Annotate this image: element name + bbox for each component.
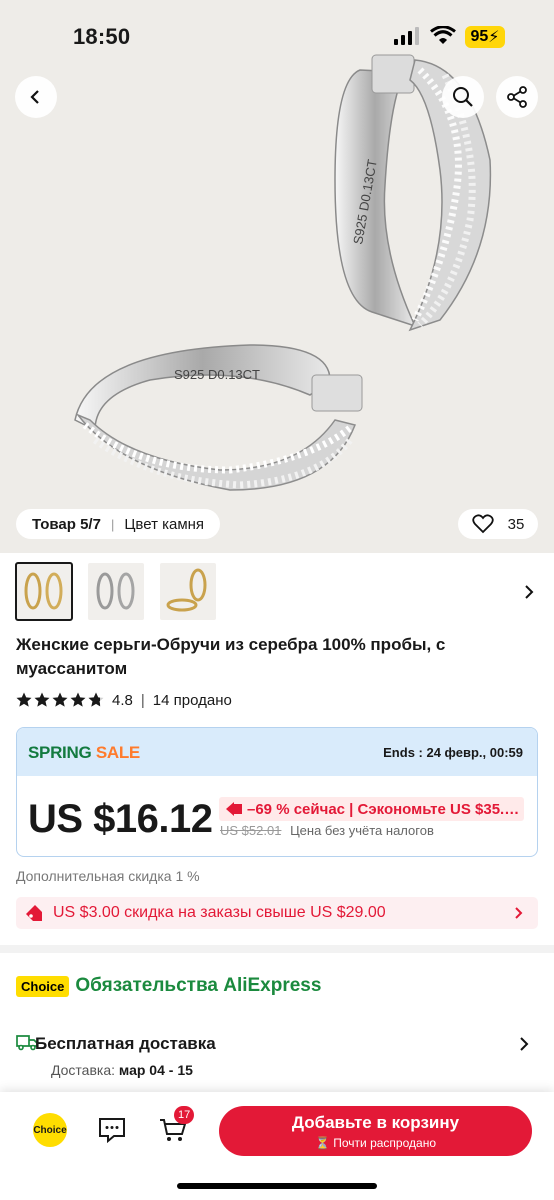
search-button[interactable]: [442, 76, 484, 118]
image-variant-pill[interactable]: Товар 5/7 | Цвет камня: [16, 509, 221, 539]
share-button[interactable]: [496, 76, 538, 118]
rating-row[interactable]: 4.8 | 14 продано: [16, 690, 232, 710]
old-price-row: US $52.01 Цена без учёта налогов: [220, 823, 434, 838]
chevron-right-icon[interactable]: [522, 584, 536, 600]
thumbnail-silver-hoops[interactable]: [88, 563, 144, 620]
rating-separator: |: [140, 691, 145, 709]
svg-text:S925 D0.13CT: S925 D0.13CT: [174, 367, 260, 382]
choice-title: Обязательства AliExpress: [75, 975, 322, 996]
choice-button[interactable]: Choice: [33, 1113, 67, 1147]
sale-ends-timer: Ends : 24 февр., 00:59: [383, 745, 523, 760]
section-divider: [0, 945, 554, 953]
choice-commitments[interactable]: Choice Обязательства AliExpress: [16, 975, 321, 997]
pill-separator: |: [110, 516, 115, 532]
battery-indicator: 95 ⚡: [465, 26, 505, 48]
extra-discount: Дополнительная скидка 1 %: [16, 868, 200, 884]
thumbnail-gold-hoop-pair[interactable]: [160, 563, 216, 620]
search-icon: [453, 87, 473, 107]
add-to-cart-button[interactable]: Добавьте в корзину ⏳ Почти распродано: [219, 1106, 532, 1156]
cellular-signal-icon: [394, 27, 419, 45]
share-icon: [507, 86, 527, 108]
promo-header: SPRING SALE Ends : 24 февр., 00:59: [17, 728, 537, 776]
coupon-banner[interactable]: US $3.00 скидка на заказы свыше US $29.0…: [16, 897, 538, 929]
star-rating: [16, 692, 104, 708]
discount-badge: –69 % сейчас | Сэкономьте US $35.…: [219, 797, 524, 821]
chevron-right-icon[interactable]: [518, 1036, 530, 1052]
down-arrow-icon: [226, 802, 242, 816]
chat-icon[interactable]: [98, 1117, 126, 1143]
chevron-left-icon: [30, 90, 39, 104]
spring-sale-logo: SPRING SALE: [28, 743, 140, 762]
sold-count: 14 продано: [152, 691, 232, 709]
thumbnail-strip: [15, 562, 216, 621]
thumbnail-image: [96, 572, 135, 610]
promo-price-card[interactable]: SPRING SALE Ends : 24 февр., 00:59 US $1…: [16, 727, 538, 857]
cart-count-badge: 17: [174, 1106, 195, 1124]
delivery-date: Доставка: мар 04 - 15: [51, 1062, 193, 1078]
thumbnail-image: [24, 572, 63, 610]
status-bar: 18:50 95 ⚡: [0, 0, 554, 70]
heart-icon: [472, 514, 494, 534]
product-title: Женские серьги-Обручи из серебра 100% пр…: [16, 635, 446, 678]
almost-sold-out-note: ⏳ Почти распродано: [314, 1136, 436, 1150]
thumbnail-image: [166, 568, 207, 612]
current-price: US $16.12: [28, 797, 213, 841]
back-button[interactable]: [15, 76, 57, 118]
image-position: Товар 5/7: [32, 515, 101, 533]
old-price: US $52.01: [220, 823, 282, 838]
wifi-icon: [430, 26, 456, 44]
tax-note: Цена без учёта налогов: [290, 823, 434, 838]
tag-icon: [26, 905, 42, 921]
thumbnail-gold-hoops[interactable]: [15, 562, 73, 621]
wishlist-button[interactable]: 35: [458, 509, 538, 539]
stars-icon: [16, 692, 104, 707]
choice-badge: Choice: [16, 975, 70, 997]
add-to-cart-label: Добавьте в корзину: [291, 1113, 460, 1132]
product-image-gallery[interactable]: S925 D0.13CT S925 D0.13CT 18:50 95 ⚡ Тов…: [0, 0, 554, 553]
rating-value: 4.8: [112, 691, 133, 709]
variant-label: Цвет камня: [124, 515, 205, 533]
chevron-right-icon: [515, 907, 523, 919]
wishlist-count: 35: [507, 515, 525, 533]
shipping-title[interactable]: Бесплатная доставка: [35, 1034, 216, 1054]
home-indicator: [177, 1183, 377, 1189]
clock: 18:50: [73, 24, 131, 49]
coupon-text: US $3.00 скидка на заказы свыше US $29.0…: [53, 904, 386, 921]
